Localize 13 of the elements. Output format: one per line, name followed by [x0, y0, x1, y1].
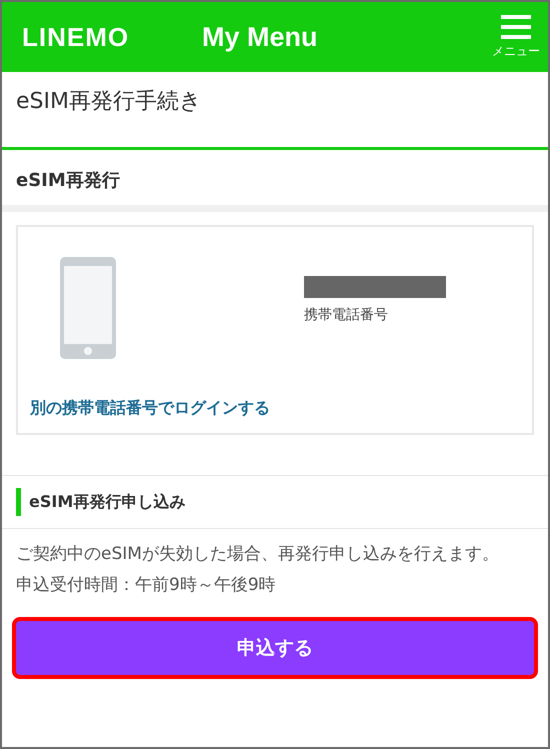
apply-button[interactable]: 申込する: [12, 617, 538, 679]
switch-number-link[interactable]: 別の携帯電話番号でログインする: [30, 398, 270, 419]
page-title: eSIM再発行手続き: [2, 72, 548, 150]
accent-bar: [16, 488, 21, 516]
notice-text: 申込受付時間：午前9時～午後9時: [16, 574, 277, 597]
section-heading: eSIM再発行申し込み: [29, 492, 186, 512]
header-title: My Menu: [202, 22, 319, 52]
section-title: eSIM再発行: [2, 150, 548, 212]
smartphone-icon: [58, 257, 118, 359]
logo: LINEMO: [22, 22, 130, 52]
phone-number-label: 携帯電話番号: [304, 306, 389, 324]
notice-text: ご契約中のeSIMが失効した場合、再発行申し込みを行えます。: [16, 543, 500, 566]
menu-icon: [501, 14, 531, 38]
